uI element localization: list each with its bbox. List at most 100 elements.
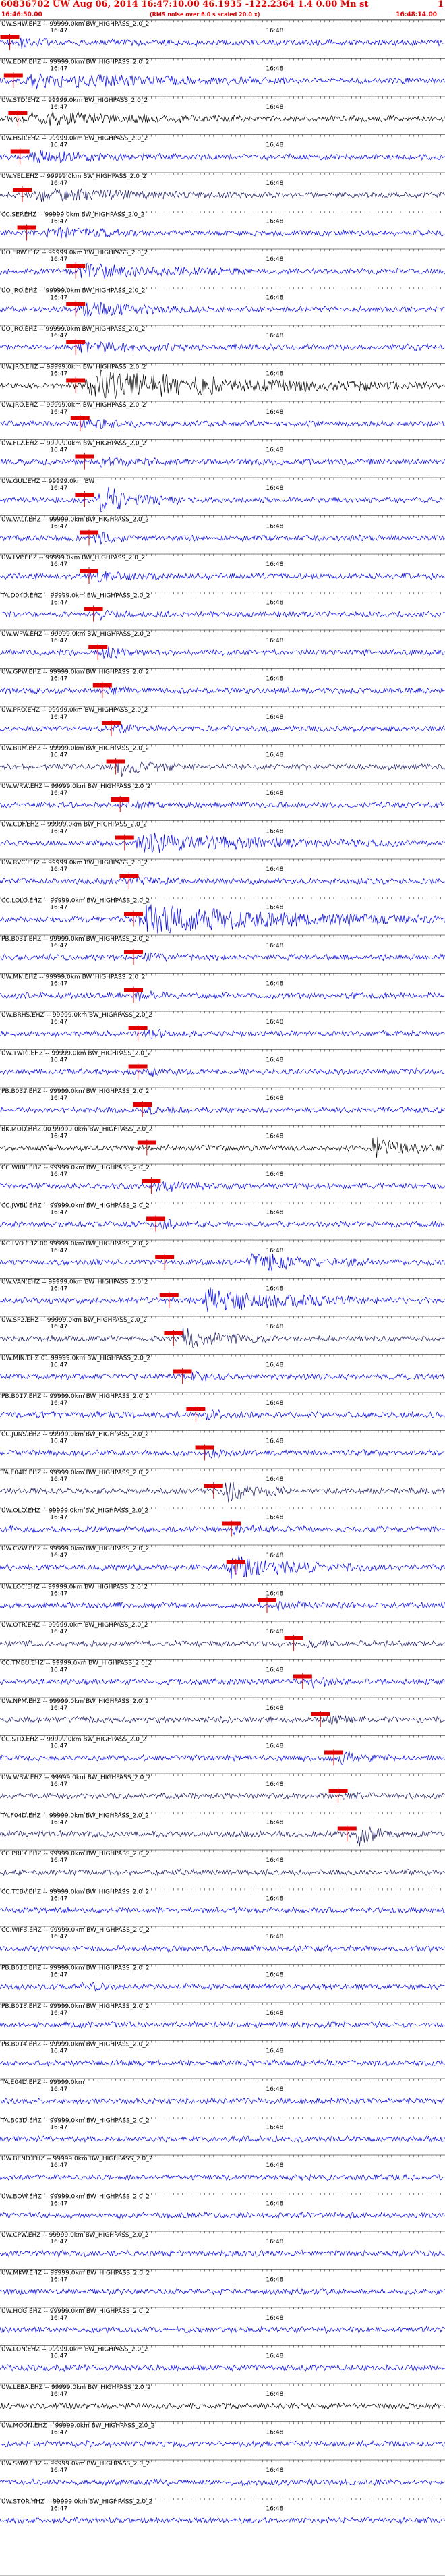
channel-label: UW.OLQ.EHZ -- 99999.0km BW_HIGHPASS_2.0_… [1,1508,148,1515]
channel-label: UW.NPM.EHZ -- 99999.0km BW_HIGHPASS_2.0_… [1,1698,149,1705]
tick-label: 16:48 [266,1210,283,1216]
seismic-trace [0,1600,445,1611]
tick-label: 16:48 [266,829,283,835]
tick-label: 16:47 [50,1629,67,1635]
tick-label: 16:47 [50,638,67,644]
seismic-trace [0,1253,445,1272]
channel-label: CC.TMBU.EHZ -- 99999.0km BW_HIGHPASS_2.0… [1,1660,152,1667]
channel-label: UW.JRO.EHZ -- 99999.0km BW_HIGHPASS_2.0_… [1,364,146,371]
channel-label: UO.JRO.EHZ -- 99999.0km BW_HIGHPASS_2.0_… [1,326,145,333]
seismic-trace [0,646,445,659]
tick-label: 16:47 [50,1133,67,1140]
tick-label: 16:47 [50,409,67,416]
channel-label: CC.LOLO.EHZ -- 99999.0km BW_HIGHPASS_2.0… [1,898,150,905]
channel-label: CC.JWBL.EHZ -- 99999.0km BW_HIGHPASS_2.0… [1,1203,150,1210]
seismic-trace [0,1105,445,1115]
seismic-trace [0,1675,445,1689]
tick-label: 16:48 [266,981,283,988]
seismic-trace [0,1449,445,1459]
channel-label: UW.LOC.EHZ -- 99999.0km BW_HIGHPASS_2.0_… [1,1584,148,1591]
tick-label: 16:47 [50,905,67,912]
tick-label: 16:47 [50,66,67,73]
tick-label: 16:48 [266,752,283,759]
tick-label: 16:47 [50,752,67,759]
seismic-trace [0,609,445,621]
channel-label: UW.YEL.EHZ -- 99999.0km BW_HIGHPASS_2.0_… [1,173,146,180]
channel-label: BK.MOD.HHZ.00 99999.0km BW_HIGHPASS_2.0_… [1,1127,152,1133]
tick-label: 16:47 [50,561,67,568]
tick-label: 16:47 [50,1057,67,1064]
seismic-trace [0,876,445,886]
tick-label: 16:48 [266,28,283,34]
tick-label: 16:48 [266,1705,283,1712]
tick-label: 16:48 [266,561,283,568]
tick-label: 16:48 [266,409,283,416]
seismic-trace [0,1524,445,1536]
tick-label: 16:48 [266,1591,283,1598]
tick-label: 16:48 [266,371,283,378]
tick-label: 16:47 [50,1019,67,1026]
tick-label: 16:48 [266,638,283,644]
seismic-trace [0,1409,445,1420]
channel-label: UW.VAN.EHZ -- 99999.0km BW_HIGHPASS_2.0_… [1,1279,148,1286]
tick-label: 16:47 [50,1362,67,1369]
tick-label: 16:48 [266,1667,283,1674]
tick-label: 16:47 [50,333,67,339]
tick-label: 16:47 [50,1705,67,1712]
tick-label: 16:48 [266,1019,283,1026]
tick-label: 16:47 [50,256,67,263]
tick-label: 16:47 [50,829,67,835]
tick-label: 16:48 [266,1057,283,1064]
channel-label: UW.BRHS.EHZ -- 99999.0km BW_HIGHPASS_2.0… [1,1012,152,1019]
seismic-trace [0,188,445,202]
seismic-trace [0,1028,445,1040]
seismic-trace [0,1067,445,1077]
tick-label: 16:48 [266,180,283,187]
tick-label: 16:47 [50,1210,67,1216]
seismic-trace [0,724,445,734]
channel-label: UW.FL2.EHZ -- 99999.0km BW_HIGHPASS_2.0_… [1,441,146,447]
tick-label: 16:48 [266,1476,283,1483]
seismic-trace [0,1219,445,1230]
tick-label: 16:47 [50,524,67,530]
tick-label: 16:47 [50,1324,67,1331]
channel-label: PB.B031.EHZ -- 99999.0km BW_HIGHPASS_2.0… [1,936,149,943]
channel-label: UW.STD.EHZ -- 99999.0km BW_HIGHPASS_2.0_… [1,97,148,104]
tick-label: 16:48 [266,1629,283,1635]
tick-label: 16:48 [266,524,283,530]
tick-label: 16:48 [266,943,283,949]
channel-label: TA.D04D.EHZ -- 99999.0km BW_HIGHPASS_2.0… [1,593,150,600]
channel-label: UO.JRO.EHZ -- 99999.0km BW_HIGHPASS_2.0_… [1,288,145,295]
channel-label: UW.WRW.EHZ -- 99999.0km BW_HIGHPASS_2.0_… [1,783,151,790]
tick-label: 16:47 [50,1248,67,1254]
tick-label: 16:47 [50,790,67,797]
channel-label: UW.MIN.EHZ.01 99999.0km BW_HIGHPASS_2.0_… [1,1355,150,1362]
tick-label: 16:47 [50,1171,67,1178]
tick-label: 16:48 [266,219,283,225]
tick-label: 16:47 [50,676,67,683]
tick-label: 16:48 [266,1400,283,1407]
seismic-trace [0,226,445,239]
channel-label: UW.GUL.EHZ -- 99999.0km BW [1,478,94,485]
channel-label: TA.E04D.EHZ -- 99999.0km BW_HIGHPASS_2.0… [1,1469,149,1476]
seismic-trace [0,990,445,1002]
tick-label: 16:48 [266,790,283,797]
seismic-trace [0,685,445,696]
tick-label: 16:48 [266,1515,283,1521]
channel-label: PB.B032.EHZ -- 99999.0km BW_HIGHPASS_2.0… [1,1088,149,1095]
channel-label: CC.JUNS.EHZ -- 99999.0km BW_HIGHPASS_2.0… [1,1432,149,1438]
seismic-trace [0,1181,445,1192]
tick-label: 16:48 [266,676,283,683]
channel-label: UW.HSR.EHZ -- 99999.0km BW_HIGHPASS_2.0_… [1,136,148,142]
tick-label: 16:48 [266,1324,283,1331]
tick-label: 16:48 [266,142,283,149]
tick-label: 16:48 [266,104,283,111]
tick-label: 16:47 [50,714,67,721]
tick-label: 16:48 [266,66,283,73]
tick-label: 16:48 [266,333,283,339]
channel-label: UW.VALT.EHZ -- 99999.0km BW_HIGHPASS_2.0… [1,517,149,524]
seismic-trace [0,1640,445,1649]
tick-label: 16:48 [266,256,283,263]
seismogram-plot: UW.SHW.EHZ -- 99999.0km BW_HIGHPASS_2.0_… [0,19,445,2576]
tick-label: 16:48 [266,905,283,912]
